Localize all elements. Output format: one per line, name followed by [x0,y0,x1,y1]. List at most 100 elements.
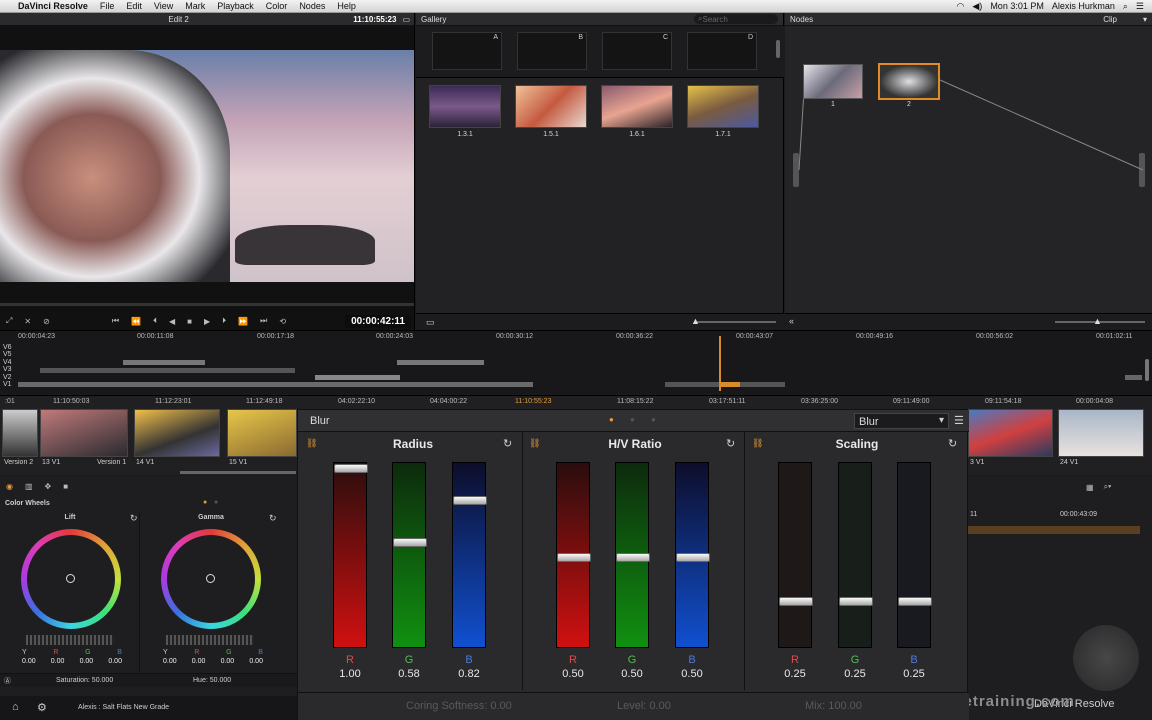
timeline-ruler[interactable]: 00:00:04:23 00:00:11:08 00:00:17:18 00:0… [0,333,1152,343]
clip-thumb[interactable] [40,409,128,457]
radius-r-value[interactable]: 1.00 [330,668,370,680]
viewer-menu-icon[interactable]: ▭ [402,15,410,24]
menu-user[interactable]: Alexis Hurkman [1052,1,1115,11]
memory-slot-b[interactable]: B [517,32,587,70]
memory-slot-a[interactable]: A [432,32,502,70]
hv-g-handle[interactable] [616,553,650,562]
gallery-search[interactable]: ⌕ Search [694,14,778,24]
wheel-gamma-master[interactable] [166,635,254,645]
gamma-b-value[interactable]: 0.00 [249,658,263,665]
clip-strip-scrollbar[interactable] [180,471,296,474]
radius-r-handle[interactable] [334,464,368,473]
still-4[interactable] [687,85,759,128]
reset-icon[interactable]: ↻ [269,513,277,524]
keyframe-track[interactable] [968,526,1140,534]
still-3[interactable] [601,85,673,128]
current-clip-bar[interactable] [720,382,740,387]
gallery-view-icon[interactable]: ▭ [426,317,435,328]
shuffle-icon[interactable]: ✕ [24,317,31,326]
menu-app[interactable]: DaVinci Resolve [0,1,94,11]
radius-b-value[interactable]: 0.82 [449,668,489,680]
node-2[interactable] [878,63,940,100]
menu-clock[interactable]: Mon 3:01 PM [990,1,1044,11]
hue-field[interactable]: Hue: 50.000 [193,677,231,684]
wheel-lift-puck[interactable] [66,574,75,583]
lift-y-value[interactable]: 0.00 [22,658,36,665]
coring-softness-field[interactable]: Coring Softness: 0.00 [406,700,512,712]
clip-thumb[interactable] [134,409,220,457]
lift-r-value[interactable]: 0.00 [51,658,65,665]
scopes-tab-icon[interactable]: ▥ [25,482,33,491]
reverse-icon[interactable]: ◀ [169,317,175,326]
gamma-g-value[interactable]: 0.00 [221,658,235,665]
menu-playback[interactable]: Playback [211,1,260,11]
first-frame-icon[interactable]: ⏮ [112,316,119,326]
clip-bar[interactable] [1125,375,1142,380]
home-icon[interactable]: ⌂ [12,701,19,713]
node-1[interactable] [803,64,863,99]
scaling-r-slider[interactable] [778,462,813,648]
mini-timeline[interactable]: 00:00:04:23 00:00:11:08 00:00:17:18 00:0… [0,330,1152,394]
clip-thumb[interactable] [227,409,297,457]
lift-g-value[interactable]: 0.00 [80,658,94,665]
qualifier-tab-icon[interactable]: ✥ [45,482,52,491]
nodes-zoom-handle-icon[interactable]: ▲ [1093,316,1102,326]
viewer-scrubber[interactable] [0,303,414,306]
memories-scrollbar[interactable] [776,40,780,58]
transform-icon[interactable]: ⤢ [6,316,12,326]
saturation-field[interactable]: Saturation: 50.000 [56,677,113,684]
menu-color[interactable]: Color [260,1,294,11]
next-frame-icon[interactable]: ⏵ [222,316,226,326]
clip-bar[interactable] [40,368,295,373]
scaling-g-slider[interactable] [838,462,873,648]
menu-nodes[interactable]: Nodes [293,1,331,11]
hv-g-value[interactable]: 0.50 [612,668,652,680]
volume-icon[interactable]: ◀) [972,1,982,12]
lift-b-value[interactable]: 0.00 [108,658,122,665]
viewer-title[interactable]: Edit 2 [168,15,188,24]
menu-edit[interactable]: Edit [120,1,148,11]
gamma-r-value[interactable]: 0.00 [192,658,206,665]
clip-thumb[interactable] [2,409,38,457]
timeline-scrollbar[interactable] [1145,359,1149,381]
loop-icon[interactable]: ⟲ [279,317,286,326]
auto-balance-icon[interactable]: Ⓐ [4,676,11,686]
gamma-y-value[interactable]: 0.00 [163,658,177,665]
menu-mark[interactable]: Mark [179,1,211,11]
settings-gear-icon[interactable]: ⚙ [37,701,47,714]
still-1[interactable] [429,85,501,128]
scaling-g-value[interactable]: 0.25 [835,668,875,680]
color-wheels-tab-icon[interactable]: ◉ [6,482,13,491]
scaling-b-value[interactable]: 0.25 [894,668,934,680]
gallery-zoom-slider[interactable] [696,321,776,323]
prev-clip-icon[interactable]: ⏪ [131,317,141,326]
hv-b-handle[interactable] [676,553,710,562]
play-icon[interactable]: ▶ [204,317,210,326]
link-icon[interactable]: ⛓ [306,438,317,449]
reset-icon[interactable]: ↻ [130,513,138,524]
last-frame-icon[interactable]: ⏭ [260,316,267,326]
timeline-playhead[interactable] [719,336,721,391]
page-dot[interactable]: ● [214,499,218,506]
memory-slot-d[interactable]: D [687,32,757,70]
radius-b-handle[interactable] [453,496,487,505]
link-icon[interactable]: ⛓ [529,438,540,449]
hv-r-slider[interactable] [556,462,591,648]
scaling-r-handle[interactable] [779,597,813,606]
viewer-image[interactable] [0,50,414,282]
hv-g-slider[interactable] [615,462,650,648]
mix-field[interactable]: Mix: 100.00 [805,700,862,712]
scaling-r-value[interactable]: 0.25 [775,668,815,680]
collapse-icon[interactable]: « [789,316,794,326]
gallery-zoom-handle-icon[interactable]: ▲ [691,316,700,326]
link-icon[interactable]: ⛓ [752,438,763,449]
blur-page-dot-active[interactable]: ● [609,415,614,424]
still-2[interactable] [515,85,587,128]
clip-bar[interactable] [123,360,205,365]
wheel-gamma-puck[interactable] [206,574,215,583]
hv-r-handle[interactable] [557,553,591,562]
radius-r-slider[interactable] [333,462,368,648]
list-icon[interactable]: ☰ [1136,1,1144,12]
hv-b-value[interactable]: 0.50 [672,668,712,680]
memory-slot-c[interactable]: C [602,32,672,70]
